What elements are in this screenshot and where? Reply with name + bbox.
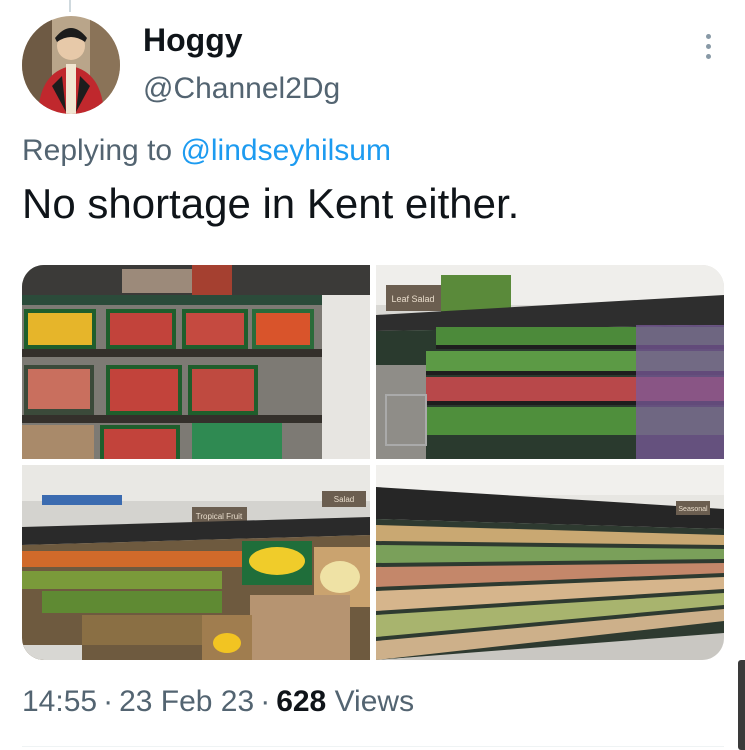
replying-to-line: Replying to @lindseyhilsum: [22, 134, 391, 168]
replying-to-label: Replying to: [22, 134, 173, 167]
media-grid[interactable]: Leaf Salad Salad Tropical Fruit Seasonal: [22, 265, 724, 660]
reply-to-handle-link[interactable]: @lindseyhilsum: [180, 134, 391, 167]
views-label: Views: [334, 685, 415, 718]
sign-salad: Salad: [334, 495, 354, 504]
divider: [22, 746, 724, 747]
more-options-icon[interactable]: [693, 28, 723, 64]
thread-connector-line: [69, 0, 71, 12]
photo-produce-crates[interactable]: [22, 265, 370, 459]
sign-seasonal: Seasonal: [678, 506, 708, 513]
sign-leaf-salad: Leaf Salad: [391, 294, 434, 304]
tweet-date[interactable]: 23 Feb 23: [119, 685, 254, 718]
photo-leaf-salad-aisle[interactable]: Leaf Salad: [376, 265, 724, 459]
tweet-time[interactable]: 14:55: [22, 685, 97, 718]
sign-tropical-fruit: Tropical Fruit: [196, 512, 243, 521]
photo-tropical-fruit-aisle[interactable]: Salad Tropical Fruit: [22, 465, 370, 660]
scrollbar[interactable]: [738, 660, 745, 750]
tweet-text: No shortage in Kent either.: [22, 180, 520, 227]
display-name[interactable]: Hoggy: [143, 22, 243, 59]
user-handle[interactable]: @Channel2Dg: [143, 72, 340, 106]
tweet-meta: 14:55 · 23 Feb 23 · 628 Views: [22, 685, 415, 718]
avatar[interactable]: [22, 16, 120, 114]
views-count: 628: [276, 685, 327, 718]
photo-chiller-aisle[interactable]: Seasonal: [376, 465, 724, 660]
